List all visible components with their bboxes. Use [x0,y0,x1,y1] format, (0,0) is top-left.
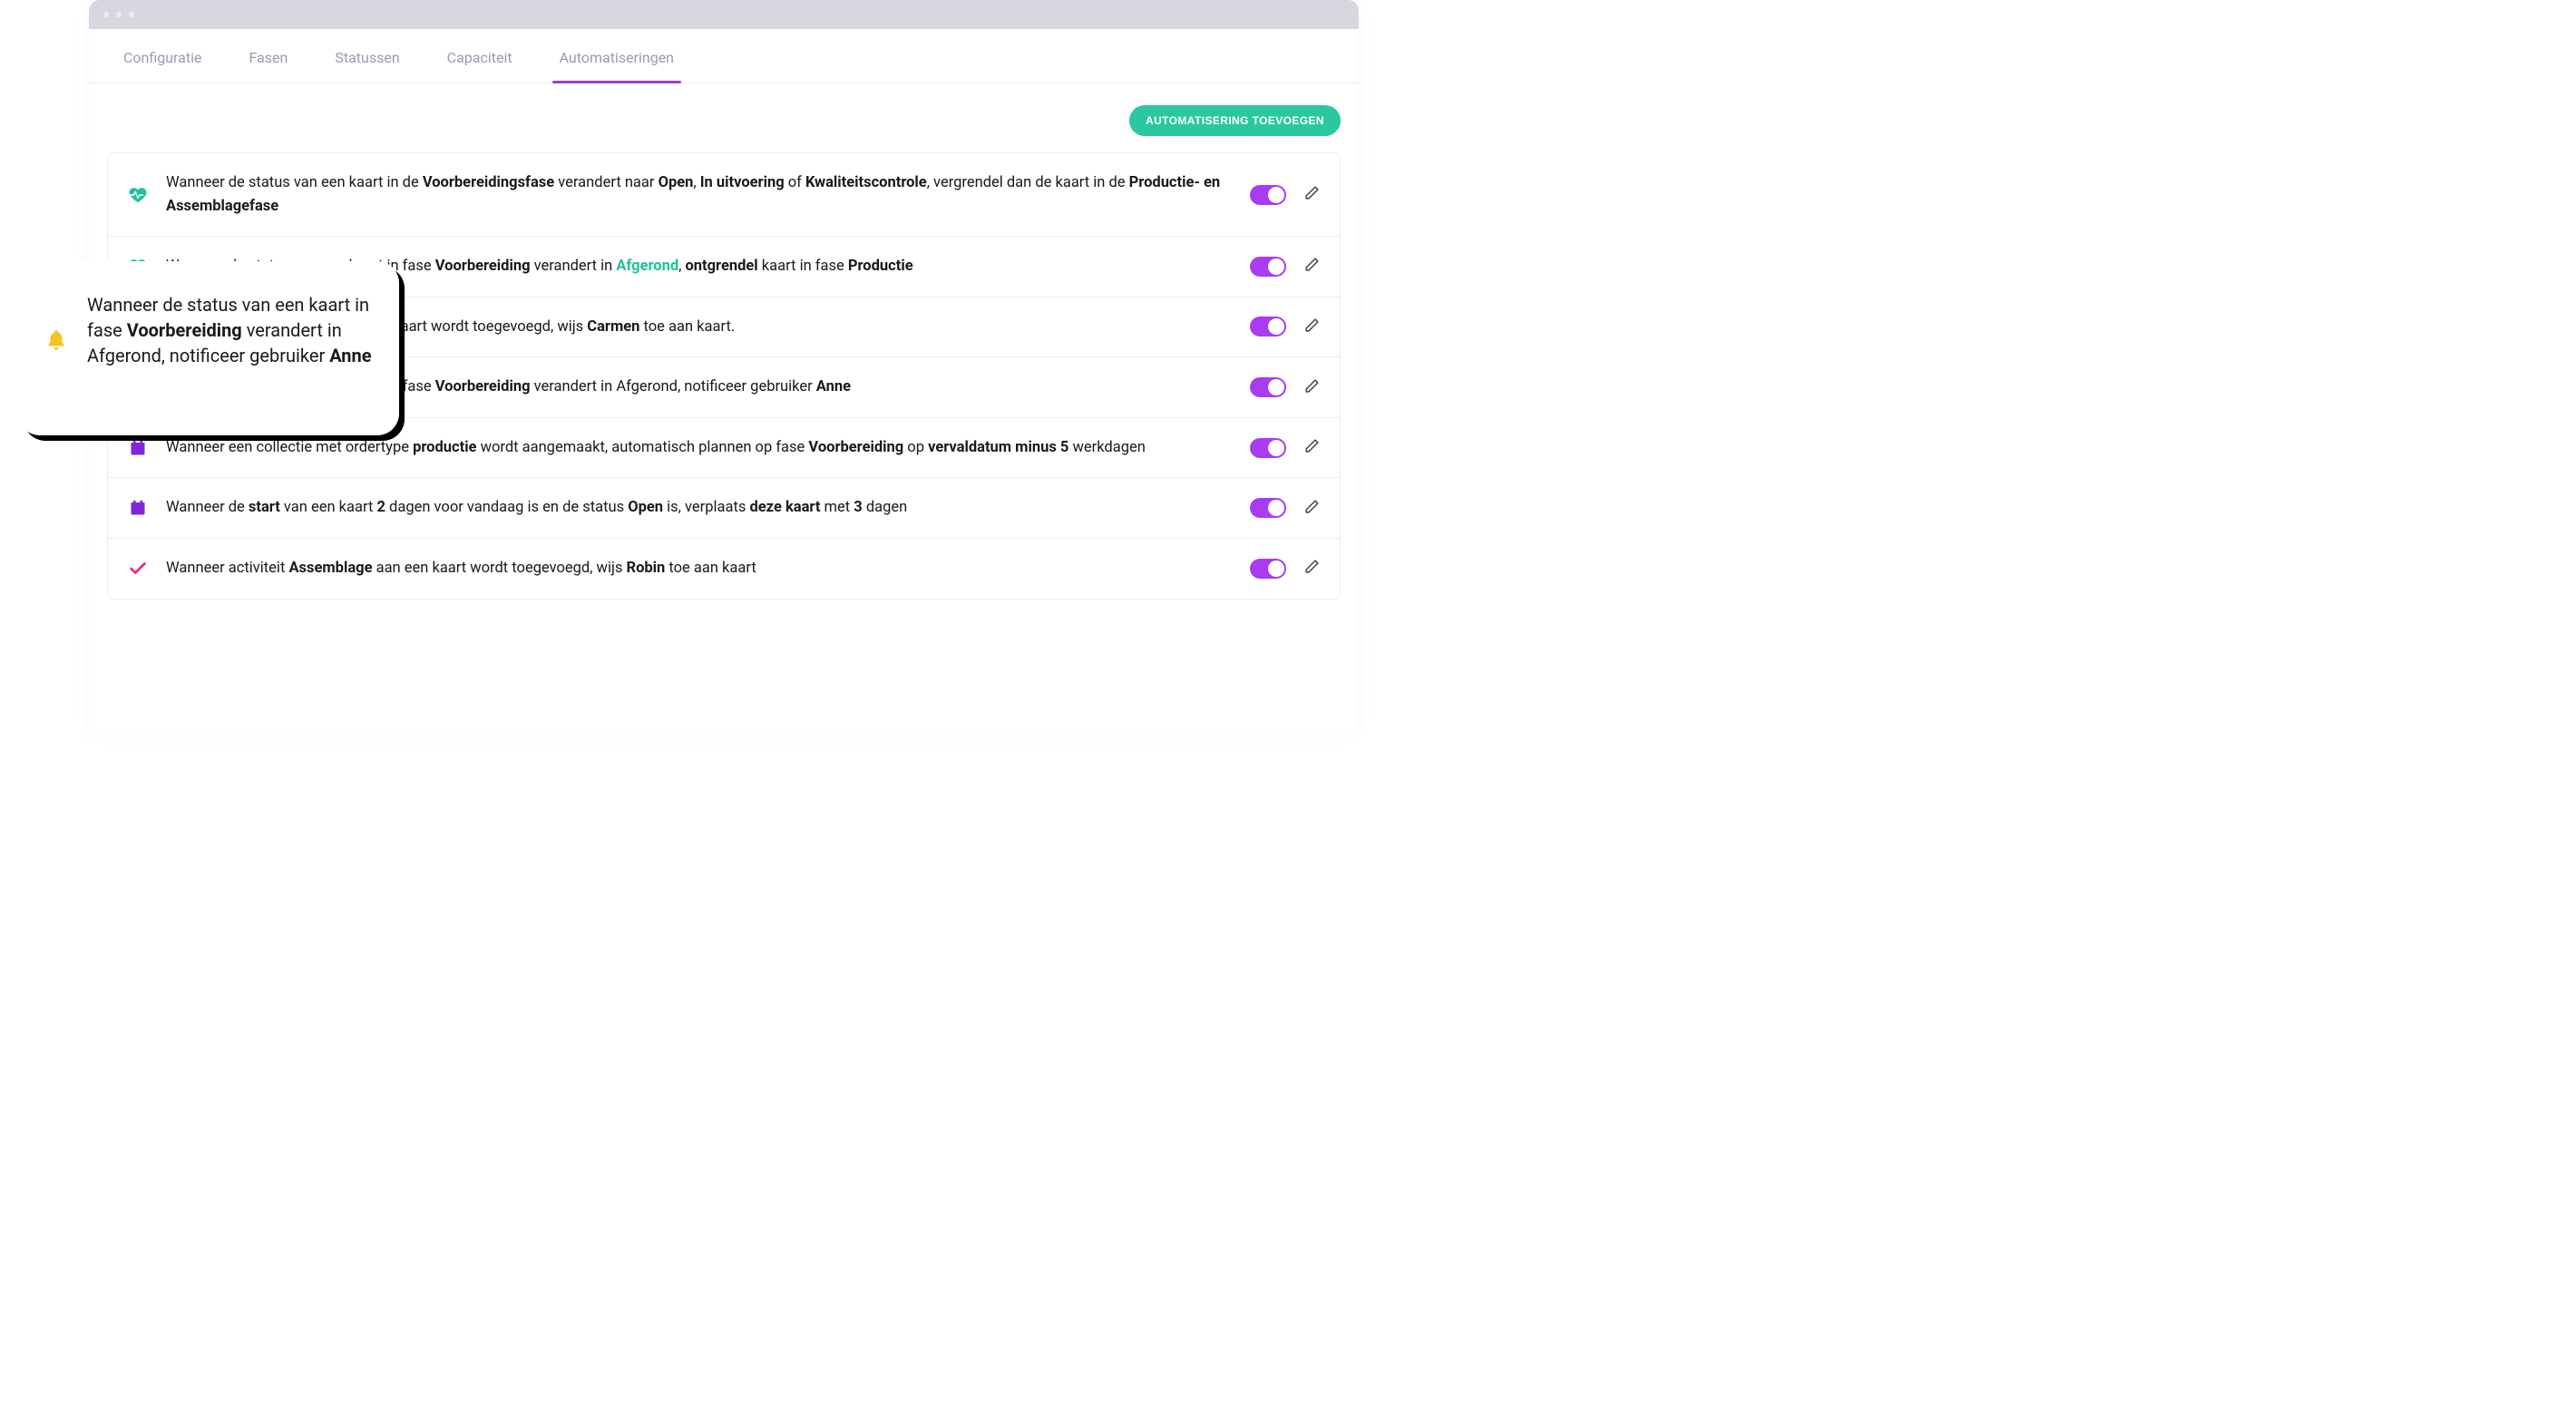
window-dot [103,12,109,17]
automation-description: Wanneer de status van een kaart in de Vo… [166,171,1232,218]
enable-toggle[interactable] [1250,559,1286,579]
heartbeat-icon [128,185,148,205]
row-controls [1250,185,1320,205]
tab-fasen[interactable]: Fasen [225,29,311,83]
row-controls [1250,257,1320,277]
tab-statussen[interactable]: Statussen [311,29,423,83]
tooltip-callout: Wanneer de status van een kaart in fase … [18,261,399,435]
bell-icon [44,328,69,352]
enable-toggle[interactable] [1250,377,1286,397]
tab-bar: ConfiguratieFasenStatussenCapaciteitAuto… [89,29,1359,83]
enable-toggle[interactable] [1250,498,1286,518]
edit-icon[interactable] [1304,438,1320,457]
row-controls [1250,559,1320,579]
add-automation-button[interactable]: AUTOMATISERING TOEVOEGEN [1129,105,1341,136]
check-icon [128,559,148,579]
tab-configuratie[interactable]: Configuratie [100,29,225,83]
tab-automatiseringen[interactable]: Automatiseringen [536,29,698,83]
edit-icon[interactable] [1304,257,1320,276]
edit-icon[interactable] [1304,317,1320,336]
enable-toggle[interactable] [1250,257,1286,277]
automation-description: Wanneer de start van een kaart 2 dagen v… [166,496,1232,520]
row-controls [1250,377,1320,397]
window-titlebar [89,0,1359,29]
enable-toggle[interactable] [1250,438,1286,458]
edit-icon[interactable] [1304,378,1320,397]
window-dot [129,12,134,17]
automation-row: Wanneer de status van een kaart in de Vo… [108,153,1340,237]
tab-capaciteit[interactable]: Capaciteit [424,29,536,83]
row-controls [1250,317,1320,336]
callout-card: Wanneer de status van een kaart in fase … [18,261,399,435]
toolbar: AUTOMATISERING TOEVOEGEN [107,105,1341,136]
enable-toggle[interactable] [1250,317,1286,336]
row-controls [1250,498,1320,518]
calendar-icon [128,439,148,457]
automation-description: Wanneer activiteit Assemblage aan een ka… [166,557,1232,580]
edit-icon[interactable] [1304,559,1320,578]
edit-icon[interactable] [1304,499,1320,518]
row-controls [1250,438,1320,458]
callout-text: Wanneer de status van een kaart in fase … [87,292,374,368]
automation-row: Wanneer de start van een kaart 2 dagen v… [108,478,1340,539]
calendar-icon [128,499,148,517]
automation-row: Wanneer activiteit Assemblage aan een ka… [108,539,1340,599]
window-dot [116,12,122,17]
edit-icon[interactable] [1304,185,1320,204]
enable-toggle[interactable] [1250,185,1286,205]
